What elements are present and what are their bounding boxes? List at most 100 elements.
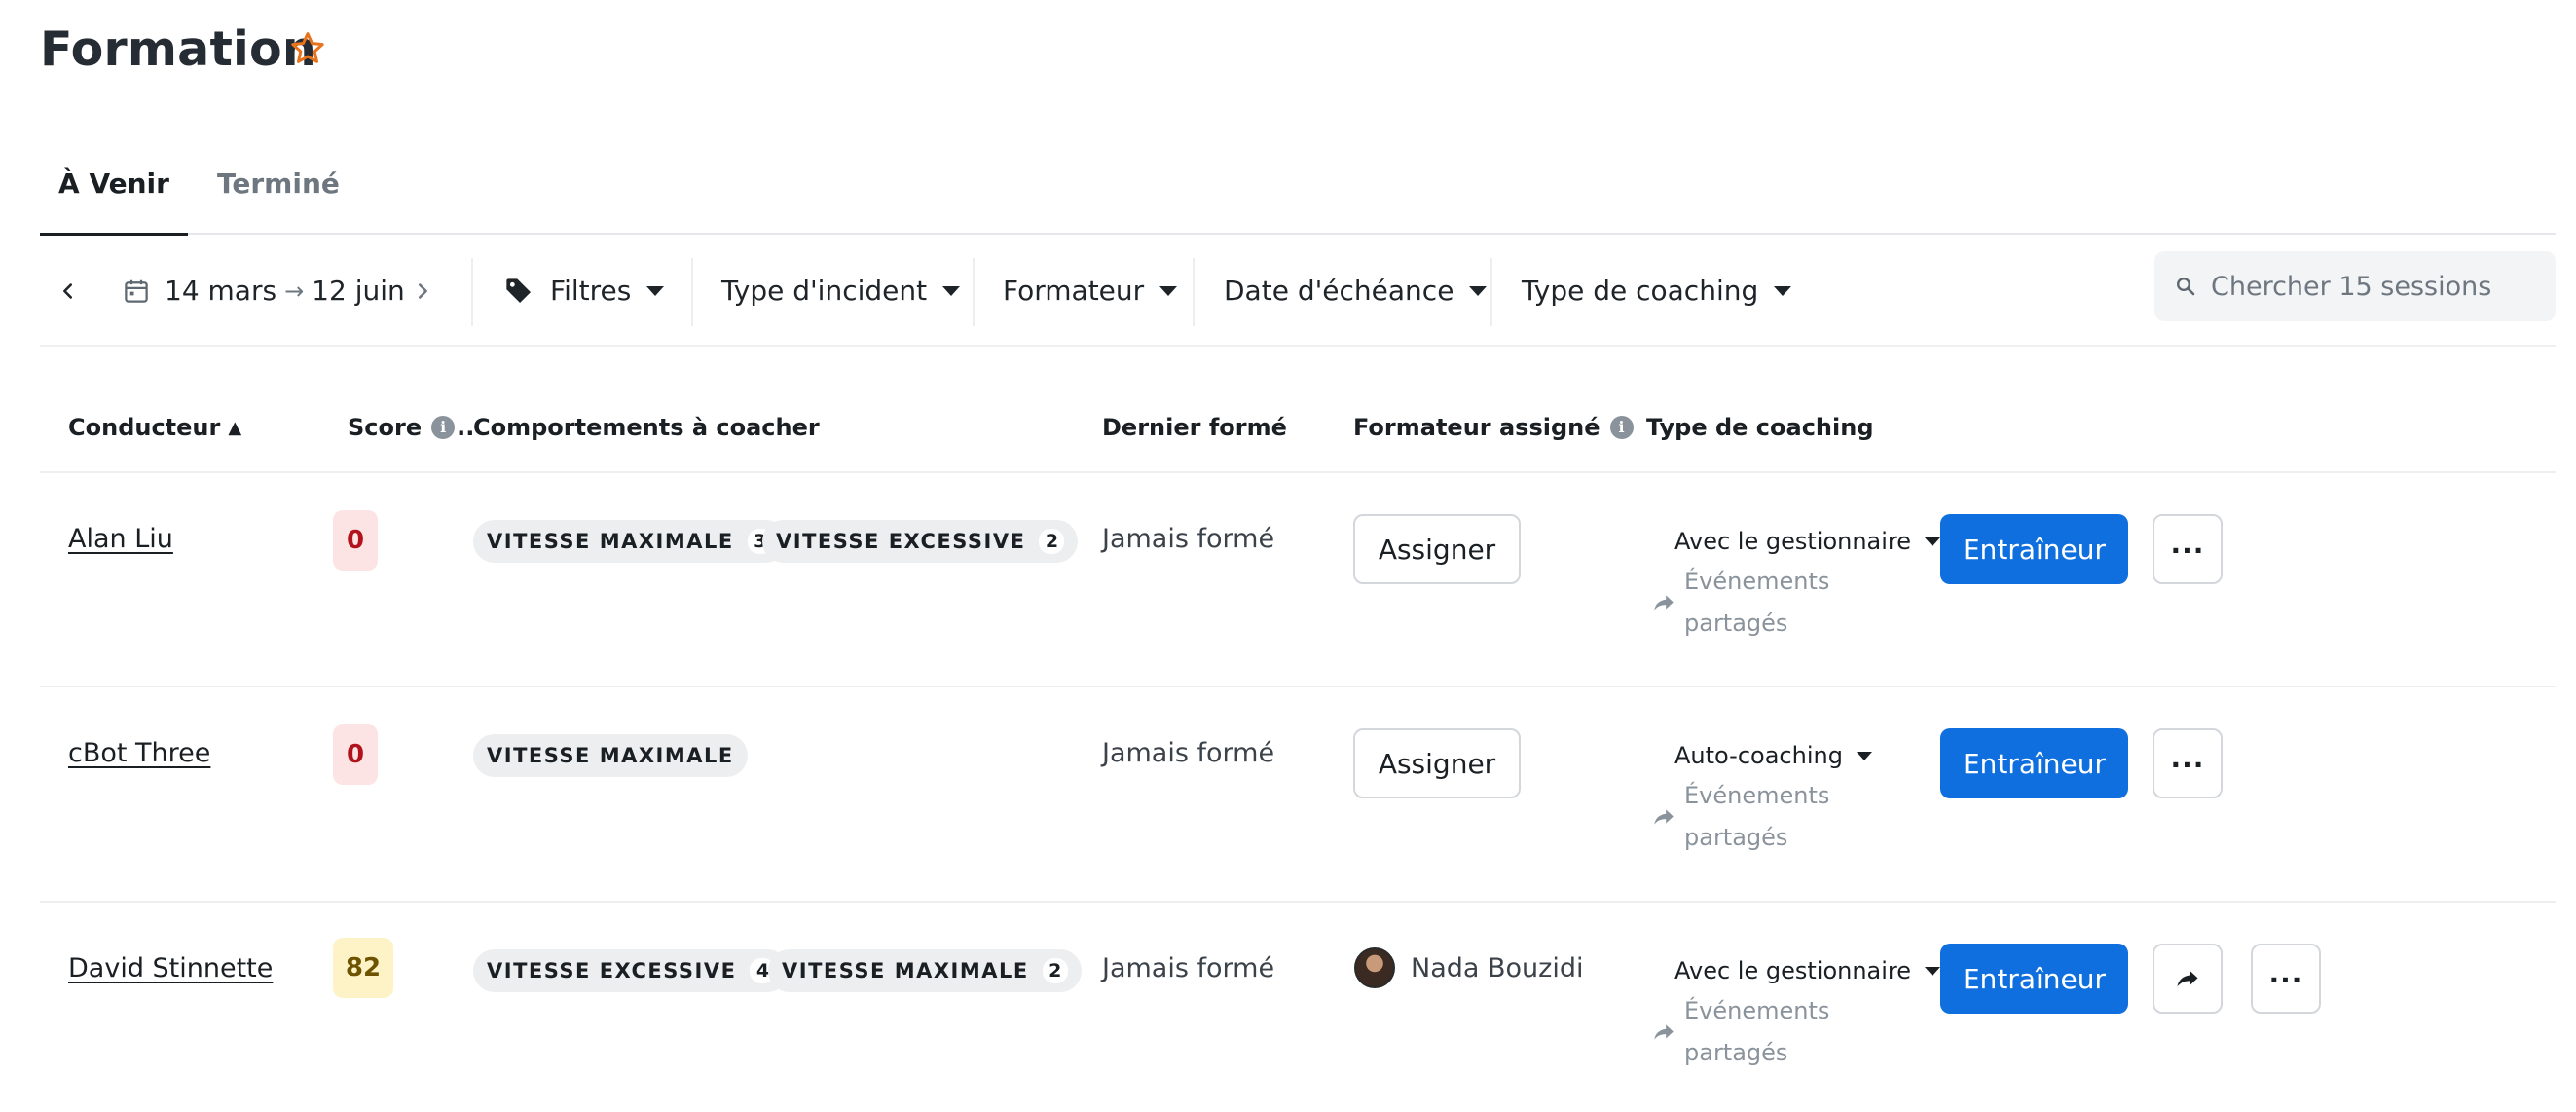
score-badge: 82: [333, 938, 393, 998]
coach-button[interactable]: Entraîneur: [1940, 728, 2128, 798]
share-arrow-icon: [1654, 595, 1674, 611]
search-box: [2154, 251, 2556, 321]
behavior-chip-label: VITESSE EXCESSIVE: [487, 959, 737, 982]
table-row: cBot Three 0 VITESSE MAXIMALE Jamais for…: [0, 687, 2576, 902]
driver-link[interactable]: cBot Three: [68, 738, 210, 768]
shared-events-label: Événements partagés: [1684, 568, 1830, 637]
share-arrow-icon: [1654, 809, 1674, 825]
caret-down-icon: [1925, 966, 1941, 976]
coaching-type-value: Avec le gestionnaire: [1674, 528, 1912, 555]
divider: [1193, 258, 1195, 326]
tab-completed[interactable]: Terminé: [215, 141, 340, 235]
coach-button[interactable]: Entraîneur: [1940, 514, 2128, 584]
table-row: Alan Liu 0 VITESSE MAXIMALE 3 VITESSE EX…: [0, 473, 2576, 687]
more-options-button[interactable]: ...: [2251, 944, 2321, 1014]
behavior-chip-label: VITESSE MAXIMALE: [782, 959, 1029, 982]
caret-down-icon: [1856, 751, 1872, 760]
prev-period-button[interactable]: [57, 237, 79, 345]
coaching-type-select[interactable]: Avec le gestionnaire: [1674, 528, 1941, 555]
divider: [471, 258, 473, 326]
divider: [691, 258, 693, 326]
star-outline-icon[interactable]: [288, 29, 327, 68]
incident-type-dropdown[interactable]: Type d'incident: [721, 237, 961, 345]
assign-button[interactable]: Assigner: [1353, 728, 1521, 798]
coaching-type-select[interactable]: Avec le gestionnaire: [1674, 957, 1941, 984]
column-header-behaviors[interactable]: Comportements à coacher: [473, 414, 820, 441]
behavior-chip: VITESSE MAXIMALE 3: [473, 520, 787, 563]
behavior-chip: VITESSE MAXIMALE 2: [768, 949, 1082, 992]
more-dots-icon: ...: [2170, 742, 2205, 774]
share-arrow-icon: [2177, 970, 2198, 987]
avatar: [1354, 947, 1395, 988]
search-icon: [2176, 277, 2195, 296]
last-trained: Jamais formé: [1102, 953, 1275, 983]
assigned-trainer: Nada Bouzidi: [1354, 947, 1583, 988]
divider: [1490, 258, 1492, 326]
last-trained: Jamais formé: [1102, 738, 1275, 768]
score-badge: 0: [333, 724, 378, 785]
tab-upcoming[interactable]: À Venir: [40, 141, 188, 236]
due-date-label: Date d'échéance: [1224, 275, 1454, 307]
coaching-type-value: Auto-coaching: [1674, 742, 1843, 769]
share-arrow-icon: [1654, 1024, 1674, 1040]
behavior-chip-label: VITESSE EXCESSIVE: [776, 530, 1026, 553]
column-header-assigned-trainer-label: Formateur assigné: [1353, 414, 1601, 441]
page-title: Formation: [40, 21, 317, 77]
incident-type-label: Type d'incident: [721, 275, 928, 307]
behavior-chip-count: 2: [1042, 958, 1068, 983]
tag-icon: [506, 278, 531, 303]
coaching-type-label: Type de coaching: [1522, 275, 1759, 307]
coach-button[interactable]: Entraîneur: [1940, 944, 2128, 1014]
table-row: David Stinnette 82 VITESSE EXCESSIVE 4 V…: [0, 903, 2576, 1112]
calendar-icon: [125, 279, 148, 303]
assign-button[interactable]: Assigner: [1353, 514, 1521, 584]
caret-down-icon: [646, 285, 665, 296]
column-header-last-trained[interactable]: Dernier formé: [1102, 414, 1287, 441]
behavior-chip-count: 2: [1039, 529, 1065, 554]
trainer-name: Nada Bouzidi: [1411, 952, 1584, 983]
behavior-chip-label: VITESSE MAXIMALE: [487, 744, 734, 767]
caret-down-icon: [1159, 285, 1178, 296]
date-range-picker[interactable]: 14 mars → 12 juin: [122, 237, 405, 345]
coaching-type-select[interactable]: Auto-coaching: [1674, 742, 1872, 769]
driver-link[interactable]: Alan Liu: [68, 524, 173, 554]
date-end: 12 juin: [312, 275, 405, 307]
sort-ascending-icon: ▲: [228, 417, 242, 438]
column-header-coaching-type[interactable]: Type de coaching: [1646, 414, 1874, 441]
column-header-assigned-trainer[interactable]: Formateur assigné i: [1353, 414, 1634, 441]
more-options-button[interactable]: ...: [2153, 728, 2223, 798]
last-trained: Jamais formé: [1102, 524, 1275, 554]
filter-bar: 14 mars → 12 juin Filtres Type d'inciden…: [40, 237, 2556, 347]
search-input[interactable]: [2211, 271, 2542, 302]
coaching-type-value: Avec le gestionnaire: [1674, 957, 1912, 984]
coaching-type-dropdown[interactable]: Type de coaching: [1522, 237, 1792, 345]
date-start: 14 mars: [165, 275, 277, 307]
column-header-driver-label: Conducteur: [68, 414, 221, 441]
more-dots-icon: ...: [2268, 957, 2303, 989]
info-icon[interactable]: i: [431, 416, 456, 439]
divider: [973, 258, 975, 326]
info-icon[interactable]: i: [1609, 416, 1634, 439]
caret-down-icon: [1925, 537, 1941, 546]
due-date-dropdown[interactable]: Date d'échéance: [1224, 237, 1488, 345]
shared-events-label: Événements partagés: [1684, 782, 1830, 851]
tab-bar: À Venir Terminé: [40, 141, 2556, 236]
trainer-dropdown[interactable]: Formateur: [1003, 237, 1178, 345]
filters-label: Filtres: [550, 275, 632, 307]
column-header-score-label: Score: [348, 414, 423, 441]
share-button[interactable]: [2153, 944, 2223, 1014]
caret-down-icon: [1774, 285, 1792, 296]
behavior-chip: VITESSE EXCESSIVE 2: [762, 520, 1079, 563]
more-options-button[interactable]: ...: [2153, 514, 2223, 584]
score-header-truncation: ..: [457, 414, 475, 441]
arrow-right-icon: →: [284, 277, 305, 305]
behavior-chip: VITESSE MAXIMALE: [473, 734, 748, 777]
filters-dropdown[interactable]: Filtres: [503, 237, 665, 345]
behavior-chip: VITESSE EXCESSIVE 4: [473, 949, 790, 992]
column-header-score[interactable]: Score i ..: [348, 414, 474, 441]
column-header-driver[interactable]: Conducteur ▲: [68, 414, 241, 441]
next-period-button[interactable]: [412, 237, 433, 345]
score-badge: 0: [333, 510, 378, 571]
driver-link[interactable]: David Stinnette: [68, 953, 273, 983]
caret-down-icon: [1469, 285, 1488, 296]
